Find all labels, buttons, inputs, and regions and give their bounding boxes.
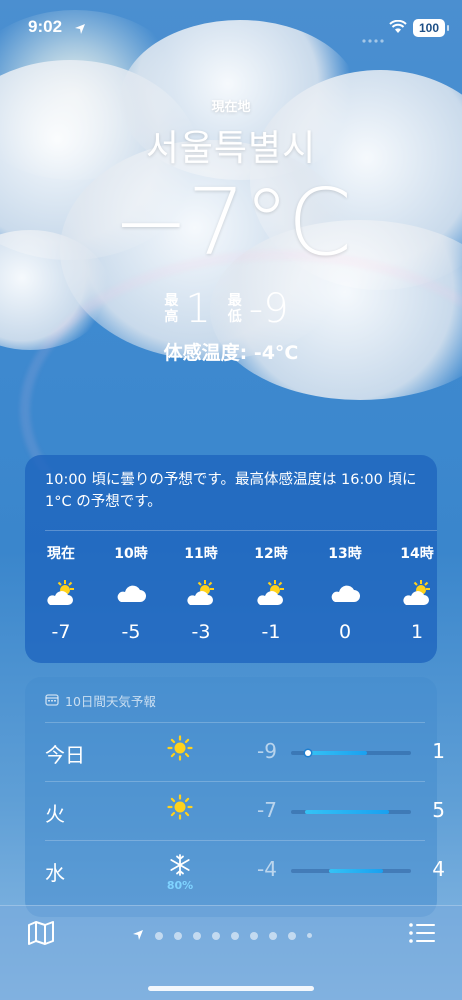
temp-range-bar: [291, 810, 411, 814]
hour-temp: -7: [51, 621, 71, 643]
divider: [45, 530, 437, 531]
forecast-low: -7: [257, 798, 277, 822]
precip-chance: 80%: [166, 879, 194, 892]
page-dot[interactable]: [212, 931, 220, 940]
hour-temp: -1: [261, 621, 281, 643]
forecast-row[interactable]: 火 -7 5: [45, 781, 445, 839]
battery-indicator: 100: [413, 19, 449, 37]
temp-range-bar: [291, 750, 411, 756]
list-icon[interactable]: [408, 922, 436, 948]
partly-sunny-icon: [387, 573, 437, 613]
hour-temp: -5: [121, 621, 141, 643]
snowflake-icon: 80%: [155, 853, 205, 892]
hour-label: 12時: [254, 546, 288, 562]
page-dot[interactable]: [307, 933, 312, 938]
hour-label: 14時: [400, 546, 434, 562]
wifi-icon: [389, 19, 407, 38]
signal-dots-icon: [362, 28, 384, 47]
status-time: 9:02: [28, 17, 63, 36]
partly-sunny-icon: [171, 573, 231, 613]
forecast-low: -4: [257, 857, 277, 881]
current-temperature: −7°C: [112, 169, 352, 276]
partly-sunny-icon: [241, 573, 301, 613]
location-arrow-icon: [74, 20, 86, 39]
page-dot[interactable]: [155, 931, 163, 940]
forecast-row[interactable]: 水 80% -4 4: [45, 840, 445, 898]
temp-range-fill: [305, 810, 390, 814]
home-indicator: [148, 986, 314, 991]
low-label: 最低: [227, 293, 242, 325]
hour-item: 14時 1: [387, 543, 437, 643]
cloud-icon: [315, 573, 375, 613]
high-low: 最高 1 最低 -9: [0, 286, 462, 332]
page-indicator[interactable]: [132, 926, 312, 945]
page-dot[interactable]: [193, 931, 201, 940]
feels-like: 体感温度: -4°C: [163, 342, 299, 364]
temp-range-bar: [291, 869, 411, 873]
high-temp: 1: [185, 286, 211, 332]
hour-temp: 1: [410, 621, 424, 643]
hour-item: 10時 -5: [101, 543, 161, 643]
location-arrow-icon[interactable]: [132, 926, 144, 945]
hourly-list[interactable]: 現在 -7 10時 -5 11時 -3 12時 -1 13時 0 14時 1: [25, 543, 437, 653]
hour-temp: -3: [191, 621, 211, 643]
forecast-day: 火: [45, 802, 65, 826]
forecast-high: 1: [432, 739, 445, 763]
sun-icon: [155, 794, 205, 824]
page-dot[interactable]: [250, 931, 258, 940]
hour-temp: 0: [338, 621, 352, 643]
bottom-toolbar: [0, 905, 462, 1000]
hour-label: 13時: [328, 546, 362, 562]
map-icon[interactable]: [27, 920, 55, 950]
calendar-icon: [45, 693, 59, 709]
forecast-title-label: 10日間天気予報: [65, 694, 156, 709]
ten-day-forecast-card[interactable]: 10日間天気予報 今日 -9 1 火 -7 5 水 80% -4 4: [25, 677, 445, 917]
cloud-icon: [101, 573, 161, 613]
forecast-day: 今日: [45, 743, 85, 767]
location-label: 現在地: [211, 100, 251, 115]
temp-range-fill: [329, 869, 384, 873]
hour-label: 10時: [114, 546, 148, 562]
forecast-title: 10日間天気予報: [45, 691, 156, 710]
forecast-row[interactable]: 今日 -9 1: [45, 722, 445, 780]
current-temp-marker: [304, 750, 311, 756]
page-dot[interactable]: [231, 931, 239, 940]
temp-range-fill: [307, 751, 367, 755]
partly-sunny-icon: [31, 573, 91, 613]
forecast-day: 水: [45, 861, 65, 885]
page-dot[interactable]: [174, 931, 182, 940]
status-bar: 9:02 100: [0, 0, 462, 56]
hour-item: 現在 -7: [31, 543, 91, 643]
hour-label: 現在: [47, 546, 75, 562]
hourly-forecast-card[interactable]: 10:00 頃に曇りの予想です。最高体感温度は 16:00 頃に 1°C の予想…: [25, 455, 437, 663]
current-weather-header: 現在地 서울특별시 −7°C: [0, 96, 462, 269]
hour-item: 11時 -3: [171, 543, 231, 643]
page-dot[interactable]: [288, 931, 296, 940]
hourly-summary: 10:00 頃に曇りの予想です。最高体感温度は 16:00 頃に 1°C の予想…: [45, 472, 417, 510]
sun-icon: [155, 735, 205, 765]
forecast-low: -9: [257, 739, 277, 763]
city-name: 서울특별시: [145, 128, 317, 169]
page-dot[interactable]: [269, 931, 277, 940]
high-label: 最高: [164, 293, 179, 325]
forecast-high: 5: [432, 798, 445, 822]
hour-item: 13時 0: [315, 543, 375, 643]
forecast-high: 4: [432, 857, 445, 881]
hour-item: 12時 -1: [241, 543, 301, 643]
low-temp: -9: [248, 286, 289, 332]
hour-label: 11時: [184, 546, 218, 562]
